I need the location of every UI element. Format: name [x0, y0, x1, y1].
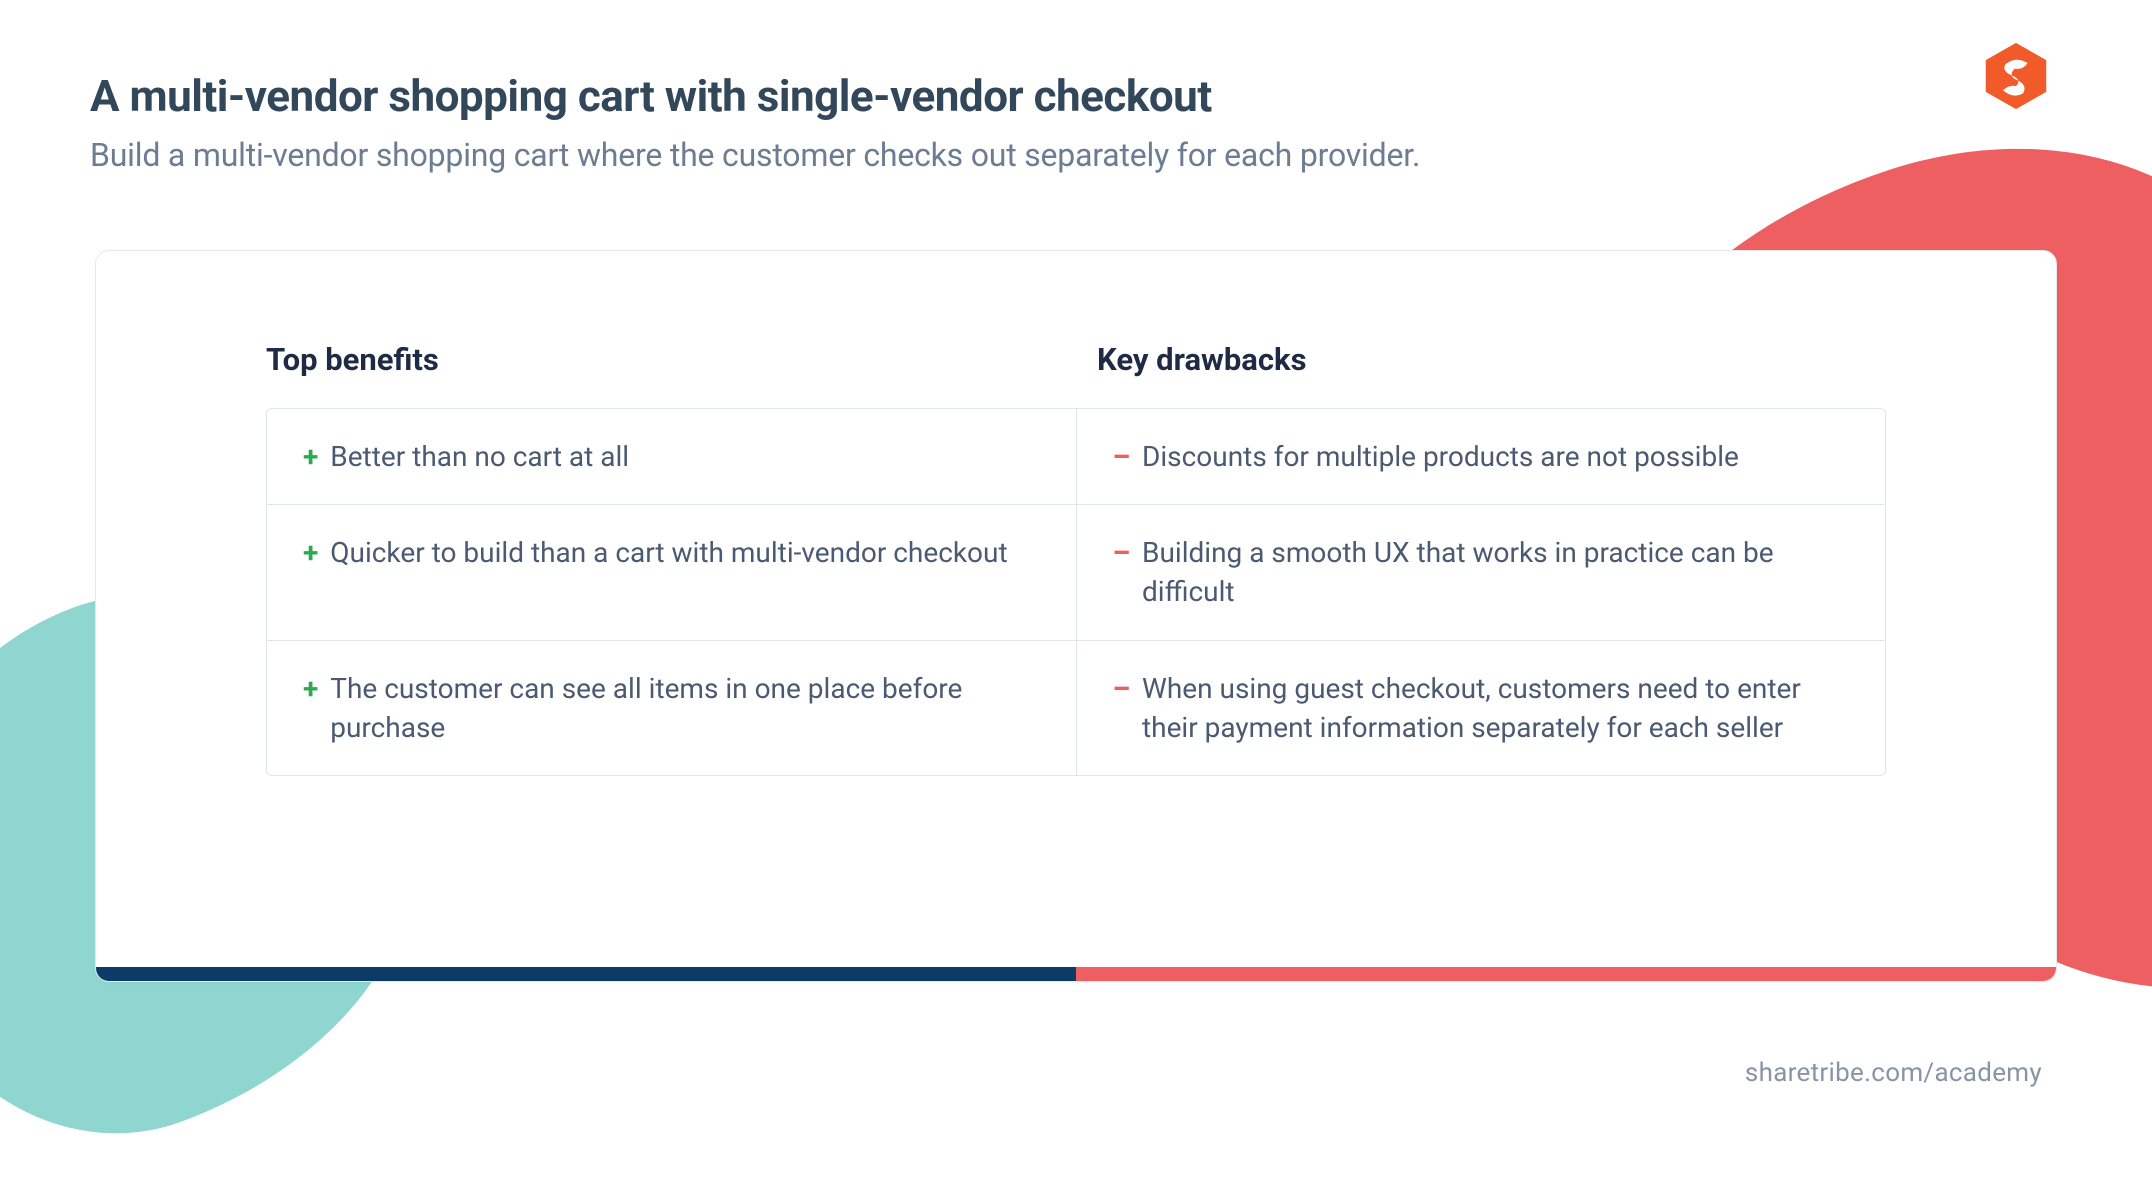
- page-subtitle: Build a multi-vendor shopping cart where…: [90, 136, 2062, 174]
- card-inner: Top benefits Key drawbacks + Better than…: [96, 251, 2056, 816]
- drawback-cell: – Building a smooth UX that works in pra…: [1077, 505, 1886, 639]
- benefit-text: The customer can see all items in one pl…: [330, 669, 1030, 747]
- drawback-cell: – When using guest checkout, customers n…: [1077, 641, 1886, 775]
- stage: A multi-vendor shopping cart with single…: [0, 0, 2152, 1198]
- benefit-text: Better than no cart at all: [330, 437, 629, 476]
- drawback-text: Building a smooth UX that works in pract…: [1142, 533, 1842, 611]
- drawbacks-header: Key drawbacks: [1055, 341, 1886, 378]
- footer-link: sharetribe.com/academy: [1745, 1058, 2042, 1088]
- drawback-cell: – Discounts for multiple products are no…: [1077, 409, 1886, 504]
- benefit-cell: + The customer can see all items in one …: [267, 641, 1077, 775]
- minus-icon: –: [1113, 437, 1131, 476]
- sharetribe-logo-icon: [1980, 40, 2052, 112]
- drawback-text: When using guest checkout, customers nee…: [1142, 669, 1842, 747]
- minus-icon: –: [1113, 669, 1131, 708]
- plus-icon: +: [303, 669, 318, 708]
- column-headers: Top benefits Key drawbacks: [266, 341, 1886, 378]
- table-row: + The customer can see all items in one …: [267, 641, 1885, 775]
- benefit-cell: + Quicker to build than a cart with mult…: [267, 505, 1077, 639]
- card-bottom-bar: [96, 967, 2056, 981]
- drawback-text: Discounts for multiple products are not …: [1142, 437, 1739, 476]
- comparison-card: Top benefits Key drawbacks + Better than…: [95, 250, 2057, 982]
- plus-icon: +: [303, 437, 318, 476]
- comparison-grid: + Better than no cart at all – Discounts…: [266, 408, 1886, 776]
- benefit-text: Quicker to build than a cart with multi-…: [330, 533, 1007, 572]
- plus-icon: +: [303, 533, 318, 572]
- header: A multi-vendor shopping cart with single…: [90, 70, 2062, 174]
- benefits-header: Top benefits: [266, 341, 1055, 378]
- table-row: + Better than no cart at all – Discounts…: [267, 409, 1885, 505]
- table-row: + Quicker to build than a cart with mult…: [267, 505, 1885, 640]
- page-title: A multi-vendor shopping cart with single…: [90, 70, 2062, 122]
- bar-navy: [96, 967, 1076, 981]
- bar-red: [1076, 967, 2056, 981]
- benefit-cell: + Better than no cart at all: [267, 409, 1077, 504]
- minus-icon: –: [1113, 533, 1131, 572]
